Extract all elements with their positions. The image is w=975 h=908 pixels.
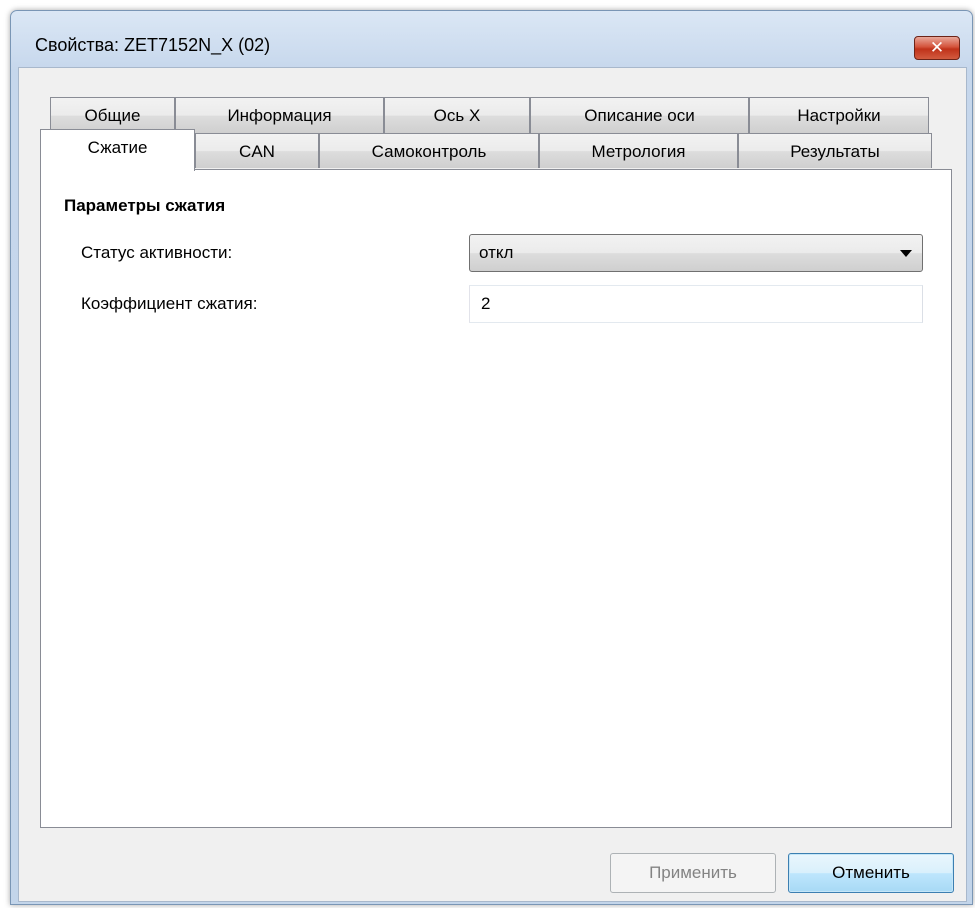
dialog-client-area: Общие Информация Ось X Описание оси Наст… <box>18 67 967 902</box>
tab-information[interactable]: Информация <box>175 97 384 133</box>
close-button[interactable]: ✕ <box>914 36 960 60</box>
cancel-button[interactable]: Отменить <box>788 853 954 893</box>
compression-panel: Параметры сжатия Статус активности: откл… <box>40 169 952 828</box>
activity-status-select[interactable]: откл <box>469 234 923 272</box>
properties-dialog: Свойства: ZET7152N_X (02) ✕ Общие Информ… <box>10 10 973 905</box>
activity-status-label: Статус активности: <box>81 243 233 262</box>
tab-can[interactable]: CAN <box>195 133 319 168</box>
compression-params-title: Параметры сжатия <box>64 196 226 215</box>
tab-self-control[interactable]: Самоконтроль <box>319 133 539 168</box>
tab-axis-x[interactable]: Ось X <box>384 97 530 133</box>
tab-general[interactable]: Общие <box>50 97 175 133</box>
compression-ratio-input[interactable] <box>469 285 923 323</box>
compression-ratio-label: Коэффициент сжатия: <box>81 294 258 313</box>
close-icon: ✕ <box>929 38 945 57</box>
title-bar[interactable]: Свойства: ZET7152N_X (02) ✕ <box>11 11 972 67</box>
activity-status-value: откл <box>479 243 514 262</box>
window-title: Свойства: ZET7152N_X (02) <box>35 35 271 55</box>
tab-settings[interactable]: Настройки <box>749 97 929 133</box>
tab-axis-description[interactable]: Описание оси <box>530 97 749 133</box>
tab-compression[interactable]: Сжатие <box>40 129 195 171</box>
dropdown-arrow-icon <box>900 250 912 257</box>
apply-button[interactable]: Применить <box>610 853 776 893</box>
tab-results[interactable]: Результаты <box>738 133 932 168</box>
tab-metrology[interactable]: Метрология <box>539 133 738 168</box>
